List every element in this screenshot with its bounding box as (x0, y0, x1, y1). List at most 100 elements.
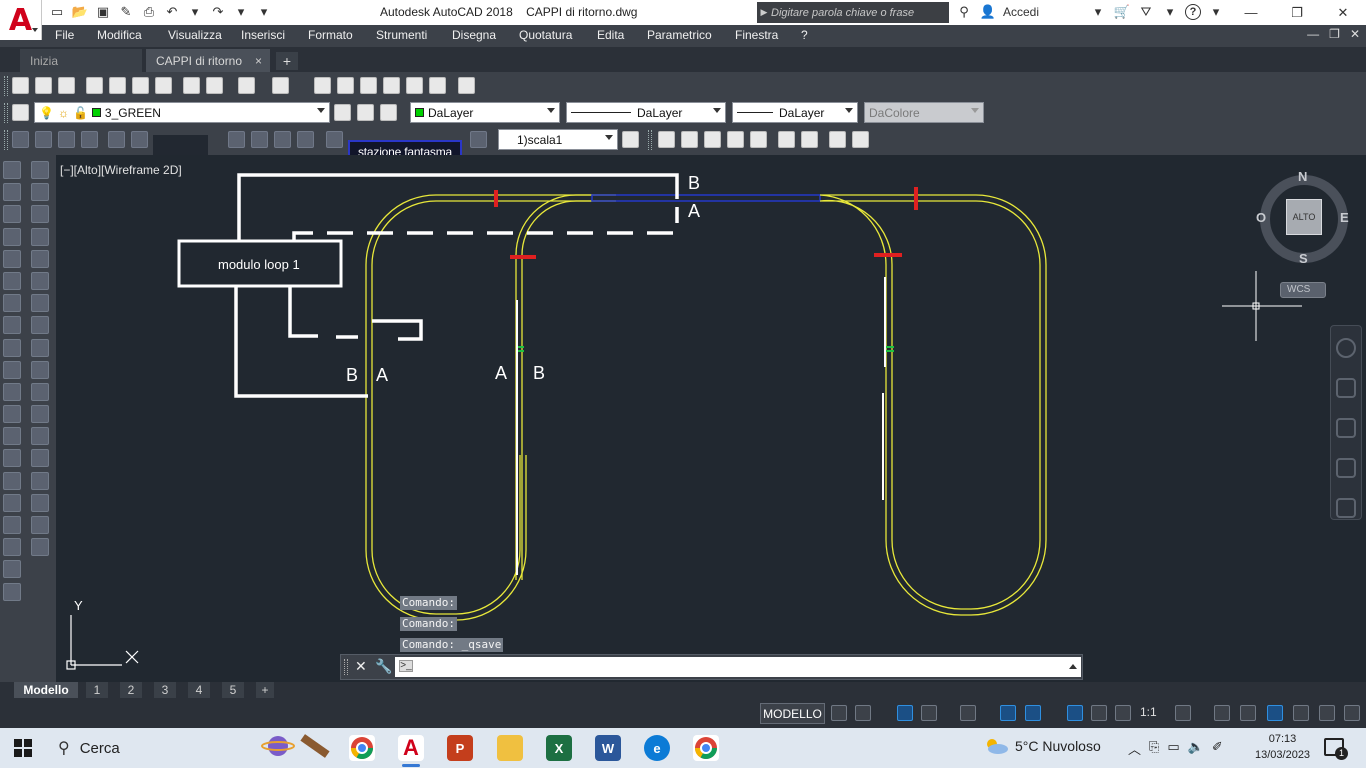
command-history-up-icon[interactable] (1069, 664, 1077, 669)
tab-layout-4[interactable]: 4 (188, 682, 210, 698)
menu-edita[interactable]: Edita (597, 28, 624, 42)
user-icon[interactable]: 👤 (979, 3, 997, 21)
publish-icon[interactable] (132, 77, 149, 94)
toolbar-grip[interactable] (4, 103, 8, 123)
compass-north[interactable]: N (1298, 169, 1307, 184)
ordinate-dimension-icon[interactable] (81, 131, 98, 148)
save-as-icon[interactable]: ✎ (117, 3, 135, 21)
zoom-scale-icon[interactable] (704, 131, 721, 148)
print-preview-icon[interactable] (109, 77, 126, 94)
tool-palettes-icon[interactable] (383, 77, 400, 94)
workspace-gear-icon[interactable] (1175, 705, 1191, 721)
mirror-icon[interactable] (31, 205, 49, 224)
minimize-button[interactable]: — (1228, 0, 1274, 25)
help-toolbar-icon[interactable] (458, 77, 475, 94)
plot-icon[interactable]: ⎙ (140, 3, 158, 21)
cut-icon[interactable] (183, 77, 200, 94)
chamfer-icon[interactable] (31, 471, 49, 490)
ellipse-arc-icon[interactable] (3, 382, 21, 401)
volume-icon[interactable]: 🔈 (1188, 739, 1204, 758)
tab-modello[interactable]: Modello (14, 682, 78, 698)
sheet-set-icon[interactable] (406, 77, 423, 94)
revision-cloud-icon[interactable] (3, 316, 21, 335)
clock[interactable]: 07:13 13/03/2023 (1255, 731, 1310, 763)
arc-icon[interactable] (3, 271, 21, 290)
rotate-icon[interactable] (31, 294, 49, 313)
command-prompt-icon[interactable]: >_ (399, 660, 413, 672)
color-select[interactable]: DaLayer (410, 102, 560, 123)
zoom-in-icon[interactable] (778, 131, 795, 148)
ortho-icon[interactable] (897, 705, 913, 721)
steering-wheel-icon[interactable] (1336, 338, 1356, 358)
application-menu-button[interactable]: A (0, 0, 42, 40)
continue-dimension-icon[interactable] (251, 131, 268, 148)
new-icon[interactable] (12, 77, 29, 94)
close-button[interactable]: ✕ (1320, 0, 1366, 25)
redo-dropdown-icon[interactable]: ▾ (232, 3, 250, 21)
properties-icon[interactable] (360, 77, 377, 94)
open-icon[interactable] (35, 77, 52, 94)
trim-icon[interactable] (31, 360, 49, 379)
drawing-canvas[interactable]: modulo loop 1 B A B A A B Y (56, 155, 1366, 682)
taskbar-search[interactable]: ⚲ Cerca (48, 728, 248, 768)
isolate-objects-icon[interactable] (1267, 705, 1283, 721)
command-input[interactable] (425, 658, 1065, 676)
table-icon[interactable] (3, 538, 21, 557)
pan-icon[interactable] (314, 77, 331, 94)
save-icon[interactable] (58, 77, 75, 94)
zoom-object-icon[interactable] (750, 131, 767, 148)
tab-cappi-di-ritorno[interactable]: CAPPI di ritorno × (146, 49, 270, 72)
baseline-dimension-icon[interactable] (228, 131, 245, 148)
pen-icon[interactable]: ✐ (1212, 739, 1223, 758)
make-current-layer-icon[interactable] (334, 104, 351, 121)
help-search-box[interactable]: ▶ (757, 2, 949, 23)
multiline-text-icon[interactable] (3, 560, 21, 579)
annotation-scale-select[interactable]: 1)scala1 (498, 129, 618, 150)
explode-icon[interactable] (31, 538, 49, 557)
annotation-monitor-icon[interactable] (1214, 705, 1230, 721)
powerpoint-icon[interactable]: P (447, 735, 473, 761)
autocad-taskbar-icon[interactable]: A (398, 735, 424, 767)
restore-button[interactable]: ❐ (1274, 0, 1320, 25)
units-icon[interactable] (1240, 705, 1256, 721)
construction-line-icon[interactable] (3, 183, 21, 202)
help-icon[interactable]: ? (1185, 4, 1201, 20)
menu-parametrico[interactable]: Parametrico (647, 28, 712, 42)
print-icon[interactable] (86, 77, 103, 94)
cart-icon[interactable]: 🛒 (1113, 3, 1131, 21)
doc-restore-button[interactable]: ❐ (1329, 27, 1340, 41)
tab-inizia[interactable]: Inizia (20, 49, 142, 72)
join-icon[interactable] (31, 449, 49, 468)
linear-dimension-icon[interactable] (12, 131, 29, 148)
model-space-button[interactable]: MODELLO (760, 703, 825, 724)
compass-east[interactable]: E (1340, 210, 1349, 225)
showmotion-icon[interactable] (1336, 498, 1356, 518)
layer-select[interactable]: 💡 ☼ 🔓 3_GREEN (34, 102, 330, 123)
isodraft-icon[interactable] (960, 705, 976, 721)
customize-qat-icon[interactable]: ▾ (255, 3, 273, 21)
markup-icon[interactable] (429, 77, 446, 94)
dimension-style-icon[interactable] (470, 131, 487, 148)
annotation-visibility-icon[interactable] (1067, 705, 1083, 721)
file-explorer-icon[interactable] (497, 735, 523, 761)
compass-south[interactable]: S (1299, 251, 1308, 266)
pan-hand-icon[interactable] (1336, 378, 1356, 398)
tab-layout-3[interactable]: 3 (154, 682, 176, 698)
menu-help[interactable]: ? (801, 28, 808, 42)
save-icon[interactable]: ▣ (94, 3, 112, 21)
render-icon[interactable] (155, 77, 172, 94)
snap-icon[interactable] (855, 705, 871, 721)
dimension-break-icon[interactable] (297, 131, 314, 148)
drawing-viewport[interactable]: [−][Alto][Wireframe 2D] modulo loop 1 B … (56, 155, 1366, 682)
zoom-extents-nav-icon[interactable] (1336, 418, 1356, 438)
insert-block-icon[interactable] (3, 405, 21, 424)
command-close-icon[interactable]: ✕ (355, 658, 367, 675)
toolbar-grip[interactable] (4, 76, 8, 96)
battery-icon[interactable]: ▭ (1167, 739, 1179, 758)
signin-dropdown-icon[interactable]: ▾ (1089, 3, 1107, 21)
zoom-center-icon[interactable] (727, 131, 744, 148)
redo-toolbar-icon[interactable] (272, 77, 289, 94)
binoculars-icon[interactable]: ⚲ (955, 3, 973, 21)
extend-icon[interactable] (31, 382, 49, 401)
make-block-icon[interactable] (3, 427, 21, 446)
